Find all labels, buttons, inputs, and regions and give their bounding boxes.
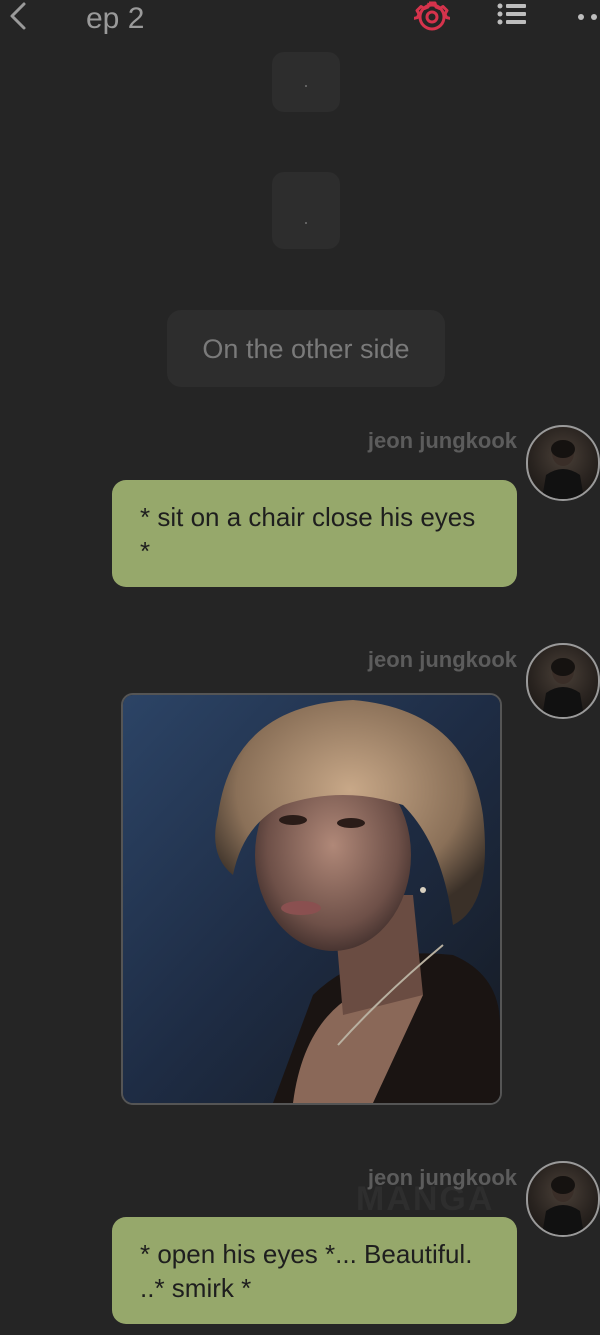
more-options-button[interactable] — [574, 8, 600, 26]
list-icon — [497, 3, 526, 25]
chevron-left-icon — [10, 2, 26, 30]
chat-bubble: * open his eyes *... Beautiful. ..* smir… — [112, 1217, 517, 1324]
avatar-portrait — [542, 658, 584, 717]
sender-name: jeon jungkook — [367, 1165, 517, 1190]
avatar[interactable] — [526, 425, 600, 501]
episode-list-button[interactable] — [494, 0, 530, 34]
narration-bubble: . — [272, 172, 340, 249]
settings-button[interactable] — [413, 0, 451, 34]
more-dots-icon — [578, 14, 597, 20]
avatar-portrait — [542, 1176, 584, 1235]
sender-name: jeon jungkook — [367, 647, 517, 672]
chat-bubble: * sit on a chair close his eyes * — [112, 480, 517, 587]
avatar[interactable] — [526, 643, 600, 719]
narration-bubble: . — [272, 52, 340, 112]
image-message[interactable] — [121, 693, 502, 1105]
avatar[interactable] — [526, 1161, 600, 1237]
top-bar: ep 2 — [0, 0, 600, 48]
episode-title: ep 2 — [86, 2, 145, 35]
portrait-photo — [123, 695, 500, 1103]
sender-name: jeon jungkook — [367, 428, 517, 453]
chat-story-screen: ep 2 . . On the other side jeon jungkook… — [0, 0, 600, 1335]
avatar-portrait — [542, 440, 584, 499]
back-button[interactable] — [4, 0, 34, 34]
scene-caption: On the other side — [167, 310, 445, 387]
gear-icon — [413, 1, 451, 31]
